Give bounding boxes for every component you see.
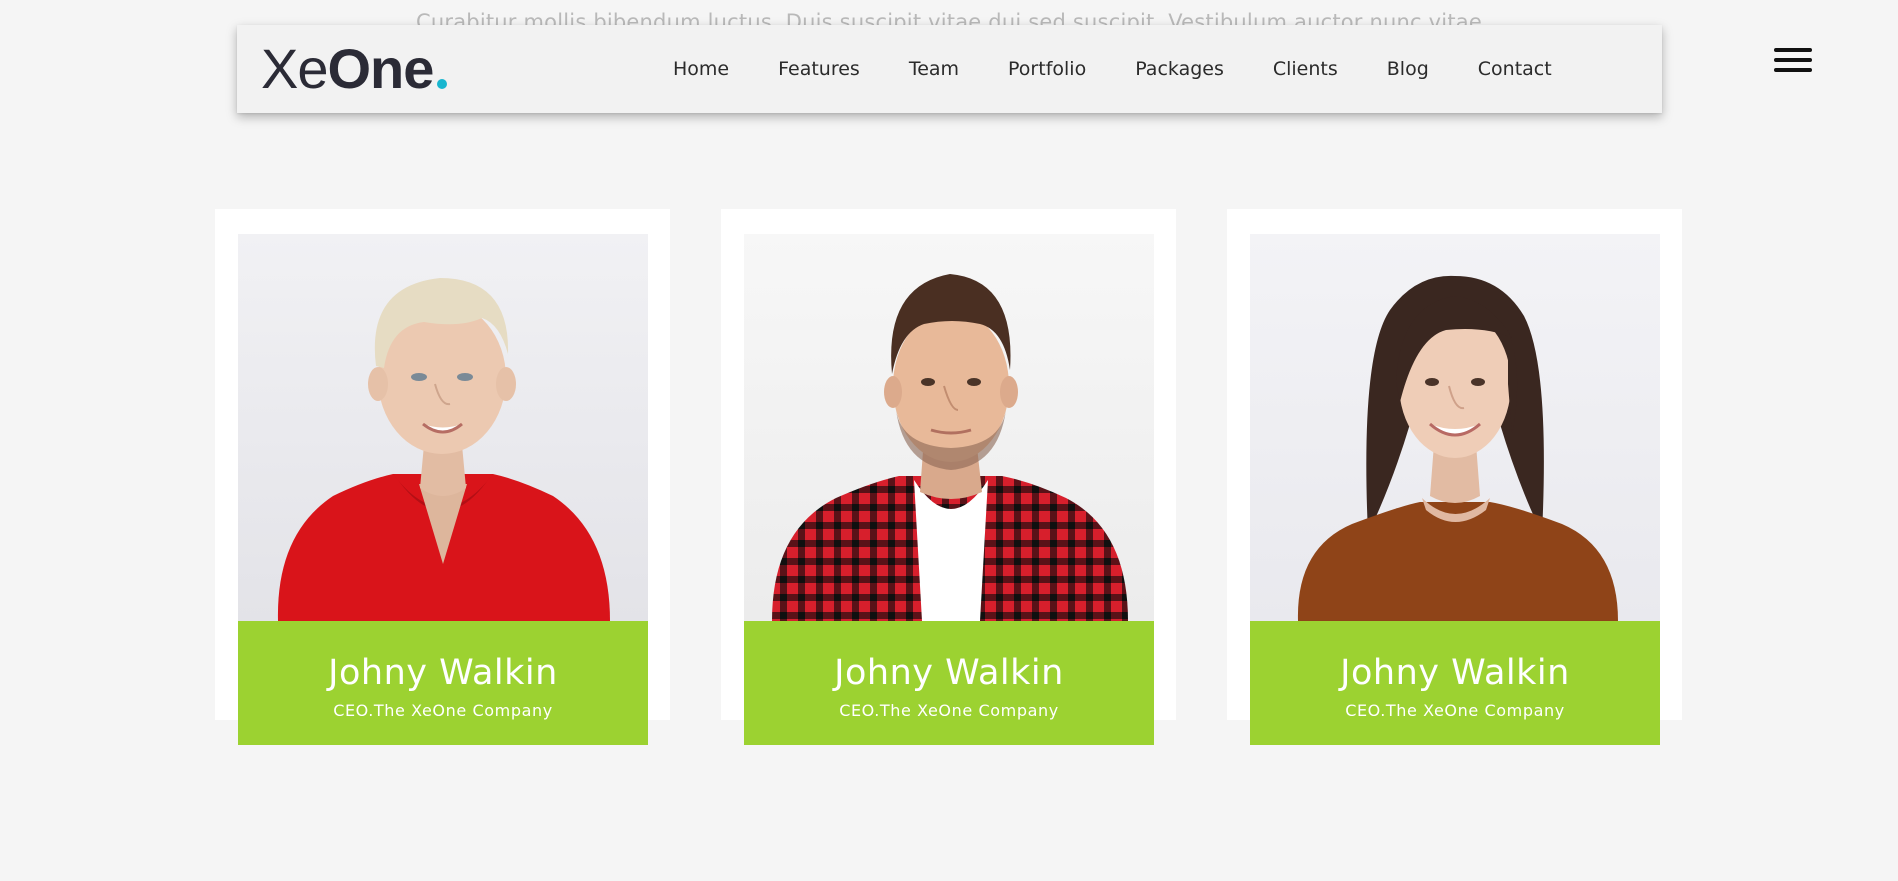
- member-name: Johny Walkin: [834, 653, 1064, 693]
- nav-link-clients[interactable]: Clients: [1273, 58, 1338, 80]
- member-info-panel: Johny Walkin CEO.The XeOne Company: [238, 621, 648, 745]
- nav-link-home[interactable]: Home: [673, 58, 729, 80]
- member-info-panel: Johny Walkin CEO.The XeOne Company: [1250, 621, 1660, 745]
- team-member-card: Johny Walkin CEO.The XeOne Company: [215, 209, 670, 745]
- main-nav: Home Features Team Portfolio Packages Cl…: [673, 25, 1552, 113]
- nav-link-portfolio[interactable]: Portfolio: [1008, 58, 1086, 80]
- navbar: Xe One Home Features Team Portfolio Packa…: [237, 25, 1662, 113]
- hamburger-line: [1774, 48, 1812, 52]
- team-member-card: Johny Walkin CEO.The XeOne Company: [721, 209, 1176, 745]
- brand-dot-icon: [437, 79, 448, 89]
- member-role: CEO.The XeOne Company: [839, 701, 1059, 720]
- hamburger-line: [1774, 68, 1812, 72]
- team-member-photo: [1250, 234, 1660, 621]
- hamburger-line: [1774, 58, 1812, 62]
- team-member-card: Johny Walkin CEO.The XeOne Company: [1227, 209, 1682, 745]
- team-member-photo: [744, 234, 1154, 621]
- nav-link-blog[interactable]: Blog: [1387, 58, 1429, 80]
- nav-link-contact[interactable]: Contact: [1478, 58, 1552, 80]
- nav-link-team[interactable]: Team: [909, 58, 959, 80]
- brand-logo[interactable]: Xe One: [261, 37, 448, 100]
- member-info-panel: Johny Walkin CEO.The XeOne Company: [744, 621, 1154, 745]
- member-name: Johny Walkin: [1340, 653, 1570, 693]
- brand-name-bold: One: [327, 37, 435, 100]
- member-role: CEO.The XeOne Company: [1345, 701, 1565, 720]
- hamburger-menu-icon[interactable]: [1774, 48, 1812, 76]
- member-name: Johny Walkin: [328, 653, 558, 693]
- member-role: CEO.The XeOne Company: [333, 701, 553, 720]
- nav-link-packages[interactable]: Packages: [1135, 58, 1224, 80]
- nav-link-features[interactable]: Features: [778, 58, 860, 80]
- brand-name-light: Xe: [261, 37, 328, 100]
- team-member-photo: [238, 234, 648, 621]
